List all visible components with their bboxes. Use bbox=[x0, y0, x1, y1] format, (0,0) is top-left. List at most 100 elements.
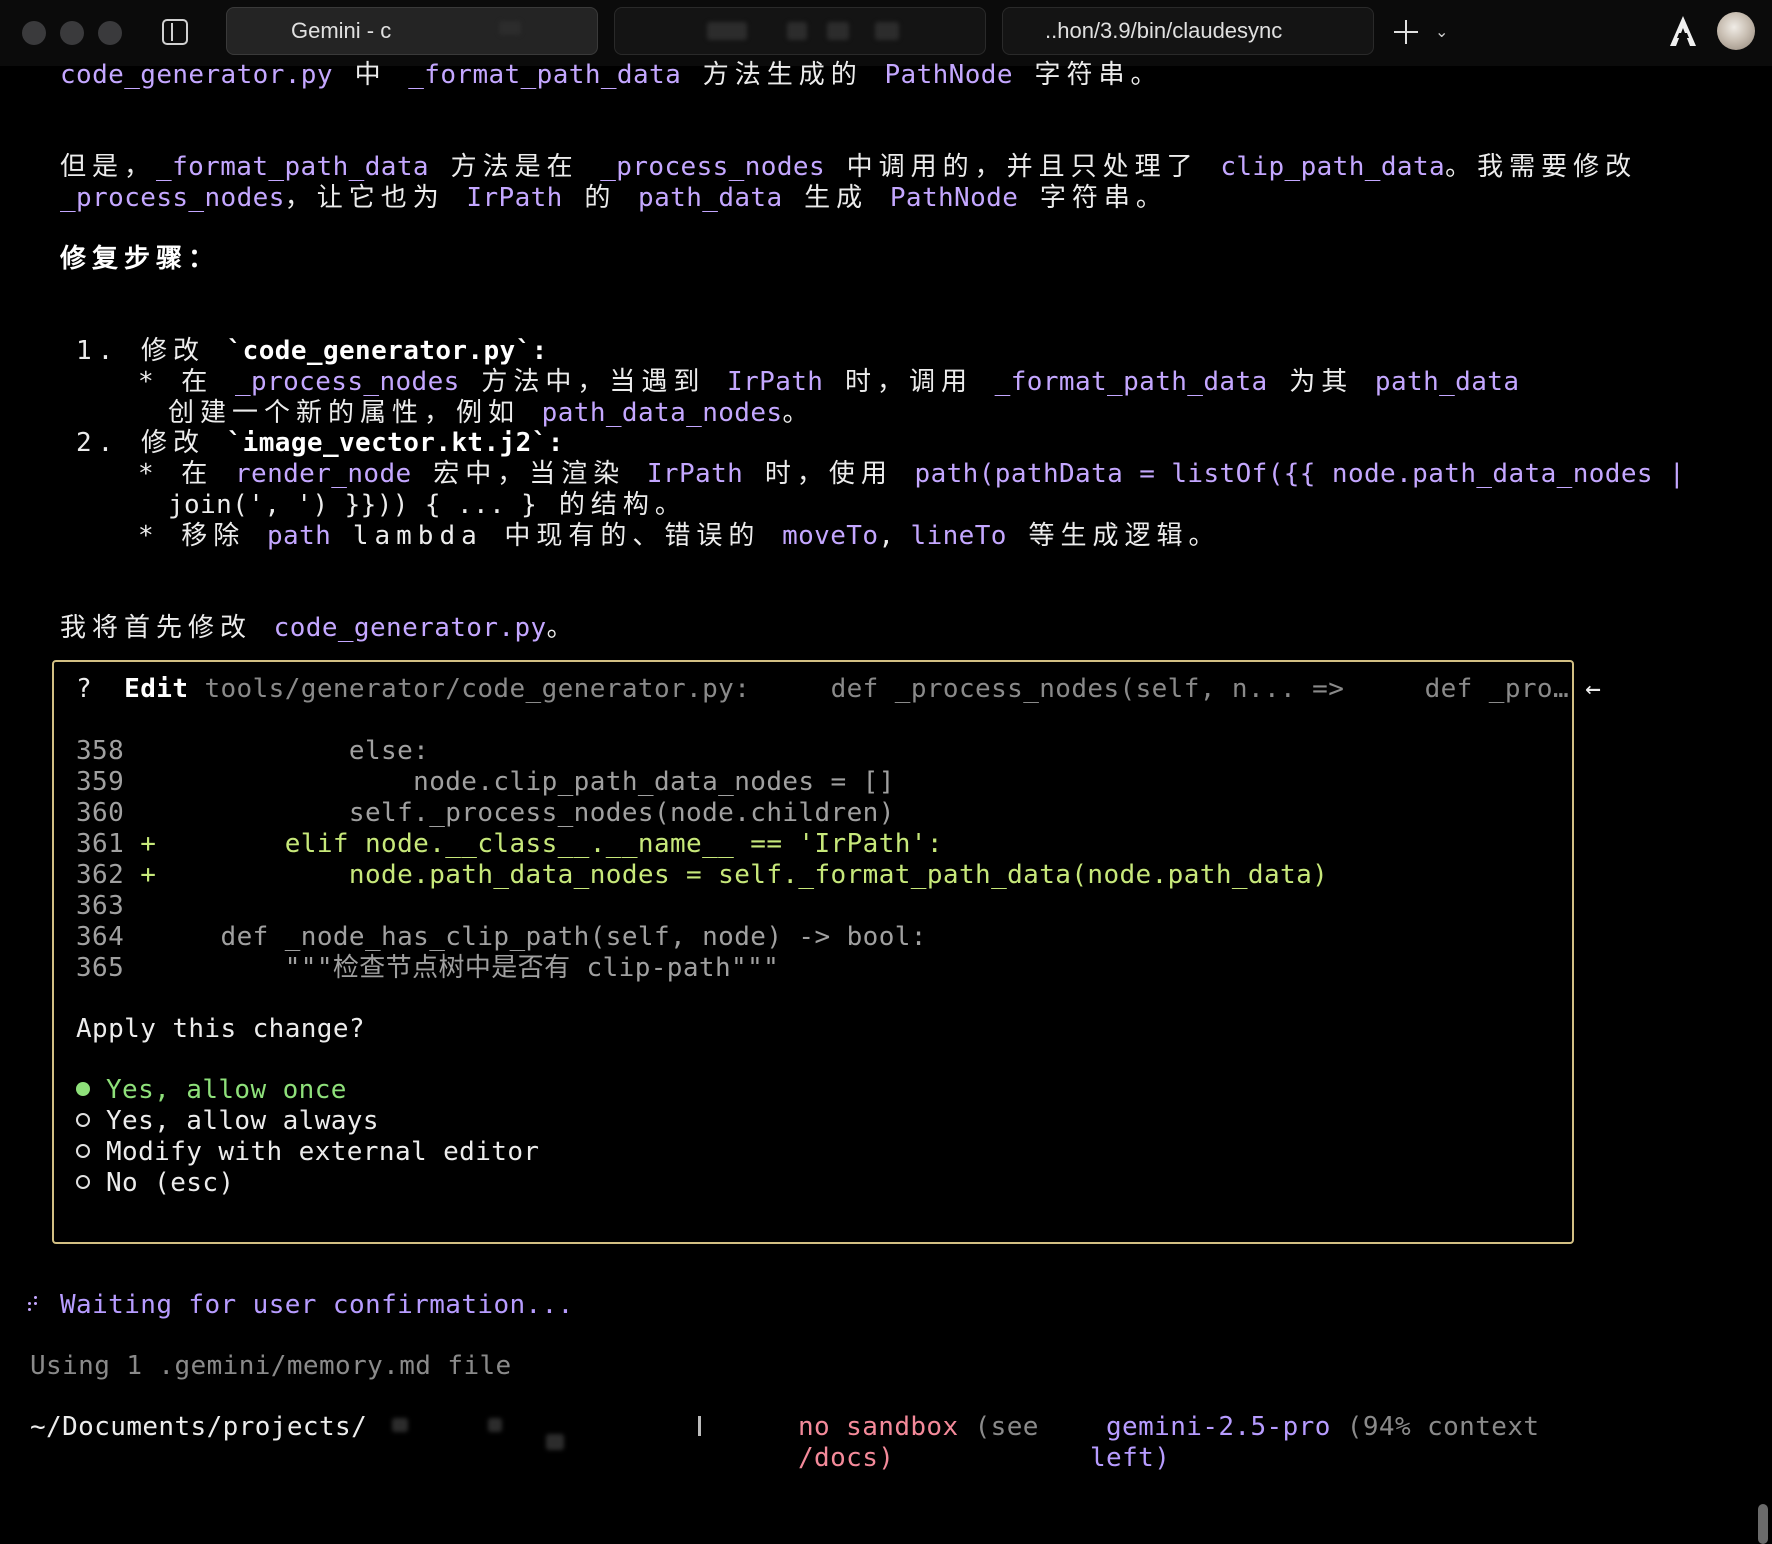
bold-code-span: `image_vector.kt.j2` bbox=[226, 428, 548, 458]
app-logo-icon bbox=[1670, 16, 1696, 46]
zoom-window-button[interactable] bbox=[98, 21, 122, 45]
memory-status: Using 1 .gemini/memory.md file bbox=[30, 1351, 512, 1381]
line-number: 358 bbox=[76, 736, 125, 766]
code-span: IrPath bbox=[646, 459, 744, 489]
sandbox-label: no sandbox bbox=[798, 1412, 959, 1442]
line-number: 363 bbox=[76, 891, 125, 921]
line-number: 361 bbox=[76, 829, 125, 859]
text-span: 创建一个新的属性，例如 bbox=[168, 398, 542, 428]
text-span: 方法是在 bbox=[428, 152, 601, 182]
model-status-cont: left) bbox=[1090, 1443, 1170, 1474]
diff-line-added: 361 + elif node.__class__.__name__ == 'I… bbox=[76, 829, 943, 860]
text-span: 中 bbox=[332, 60, 409, 90]
text-span: 字符串。 bbox=[1018, 183, 1168, 213]
diff-code: node.path_data_nodes = self._format_path… bbox=[156, 860, 1329, 890]
radio-empty-icon bbox=[76, 1112, 90, 1127]
code-span: path_data_nodes bbox=[541, 398, 783, 428]
diff-line: 364 def _node_has_clip_path(self, node) … bbox=[76, 922, 927, 953]
text-span: 的 bbox=[562, 183, 639, 213]
text-span: 中调用的，并且只处理了 bbox=[825, 152, 1221, 182]
diff-sign bbox=[140, 922, 156, 952]
edit-file-path: tools/generator/code_generator.py: bbox=[204, 674, 751, 704]
text-span: 时，调用 bbox=[823, 367, 995, 397]
step-2-title: 2. 修改 `image_vector.kt.j2`: bbox=[76, 428, 564, 459]
new-tab-plus-icon[interactable] bbox=[1393, 19, 1419, 45]
text-span: * 移除 bbox=[138, 521, 267, 551]
diff-line: 365 """检查节点树中是否有 clip-path""" bbox=[76, 953, 779, 984]
redacted-block bbox=[827, 22, 849, 40]
text-span: 字符串。 bbox=[1012, 60, 1163, 90]
text-span: 宏中，当渲染 bbox=[411, 459, 647, 489]
tab-label: Gemini - c bbox=[291, 18, 392, 43]
text-span: : bbox=[531, 336, 548, 366]
diff-sign bbox=[140, 891, 156, 921]
message-line-1: code_generator.py 中 _format_path_data 方法… bbox=[60, 60, 1163, 91]
tab-gemini[interactable]: Gemini - c bbox=[226, 7, 598, 55]
text-span: 的结构。 bbox=[537, 490, 687, 520]
text-span: 为其 bbox=[1267, 367, 1375, 397]
code-span: PathNode bbox=[884, 60, 1013, 90]
text-span: 时，使用 bbox=[743, 459, 915, 489]
code-span: _process_nodes bbox=[600, 152, 825, 182]
redacted-block bbox=[488, 1418, 502, 1432]
text-span: 。 bbox=[782, 398, 815, 428]
option-yes-once[interactable]: Yes, allow once bbox=[76, 1075, 347, 1106]
sandbox-status-cont: /docs) bbox=[798, 1443, 894, 1474]
diff-line: 358 else: bbox=[76, 736, 429, 767]
sidebar-toggle-icon[interactable] bbox=[162, 19, 188, 45]
redacted-block bbox=[707, 22, 747, 40]
text-span: 生成 bbox=[782, 183, 890, 213]
minimize-window-button[interactable] bbox=[60, 21, 84, 45]
edit-from-signature: def _process_nodes(self, n... => bbox=[830, 674, 1345, 704]
step-1-bullet-1: * 在 _process_nodes 方法中，当遇到 IrPath 时，调用 _… bbox=[138, 367, 1519, 398]
apply-question: Apply this change? bbox=[76, 1014, 365, 1044]
steps-heading: 修复步骤： bbox=[60, 244, 221, 274]
edit-confirmation-box: ? Edit tools/generator/code_generator.py… bbox=[52, 660, 1601, 1244]
diff-code: self._process_nodes(node.children) bbox=[156, 798, 895, 828]
radio-empty-icon bbox=[76, 1174, 90, 1189]
chevron-down-icon[interactable]: ⌄ bbox=[1435, 22, 1448, 41]
step-2-bullet-1-cont: join(', ') }})) { ... } 的结构。 bbox=[168, 490, 687, 521]
avatar[interactable] bbox=[1717, 12, 1755, 50]
code-span: path_data bbox=[638, 183, 783, 213]
close-window-button[interactable] bbox=[22, 21, 46, 45]
code-span: _process_nodes bbox=[234, 367, 460, 397]
option-external-editor[interactable]: Modify with external editor bbox=[76, 1137, 539, 1168]
diff-sign bbox=[140, 736, 156, 766]
diff-code: node.clip_path_data_nodes = [] bbox=[156, 767, 895, 797]
text-span: * 在 bbox=[138, 367, 235, 397]
code-span: render_node bbox=[234, 459, 412, 489]
text-span: lambda 中现有的、错误的 bbox=[331, 521, 783, 551]
left-arrow-icon: ← bbox=[1585, 674, 1602, 704]
model-name: gemini-2.5-pro bbox=[1106, 1412, 1331, 1442]
code-span: clip_path_data bbox=[1220, 152, 1446, 182]
option-label: Yes, allow once bbox=[106, 1075, 347, 1105]
code-span: IrPath bbox=[727, 367, 824, 397]
diff-code: else: bbox=[156, 736, 430, 766]
redacted-block bbox=[392, 1418, 408, 1432]
option-no[interactable]: No (esc) bbox=[76, 1168, 234, 1199]
bold-code-span: `code_generator.py` bbox=[226, 336, 532, 366]
line-number: 360 bbox=[76, 798, 125, 828]
diff-line-added: 362 + node.path_data_nodes = self._forma… bbox=[76, 860, 1328, 891]
sandbox-docs-link: /docs) bbox=[798, 1443, 895, 1473]
scrollbar-thumb[interactable] bbox=[1758, 1504, 1768, 1544]
closing-line: 我将首先修改 code_generator.py。 bbox=[60, 613, 579, 644]
message-para-2-line-2: _process_nodes，让它也为 IrPath 的 path_data 生… bbox=[60, 183, 1168, 214]
step-2-bullet-1: * 在 render_node 宏中，当渲染 IrPath 时，使用 path(… bbox=[138, 459, 1685, 490]
tab-redacted[interactable] bbox=[614, 7, 986, 55]
diff-line: 360 self._process_nodes(node.children) bbox=[76, 798, 895, 829]
tab-claudesync[interactable]: ..hon/3.9/bin/claudesync bbox=[1002, 7, 1374, 55]
option-yes-always[interactable]: Yes, allow always bbox=[76, 1106, 379, 1137]
redacted-block bbox=[875, 22, 899, 40]
option-label: No (esc) bbox=[106, 1168, 235, 1198]
code-span: path_data bbox=[1374, 367, 1520, 397]
diff-sign: + bbox=[140, 860, 157, 890]
radio-empty-icon bbox=[76, 1143, 90, 1158]
diff-sign bbox=[140, 767, 156, 797]
step-2-bullet-2: * 移除 path lambda 中现有的、错误的 moveTo, lineTo… bbox=[138, 521, 1221, 552]
line-number: 362 bbox=[76, 860, 125, 890]
code-span: join(', ') }})) { ... } bbox=[168, 490, 538, 520]
text-span: 但是， bbox=[60, 152, 157, 182]
code-span: lineTo bbox=[910, 521, 1007, 551]
